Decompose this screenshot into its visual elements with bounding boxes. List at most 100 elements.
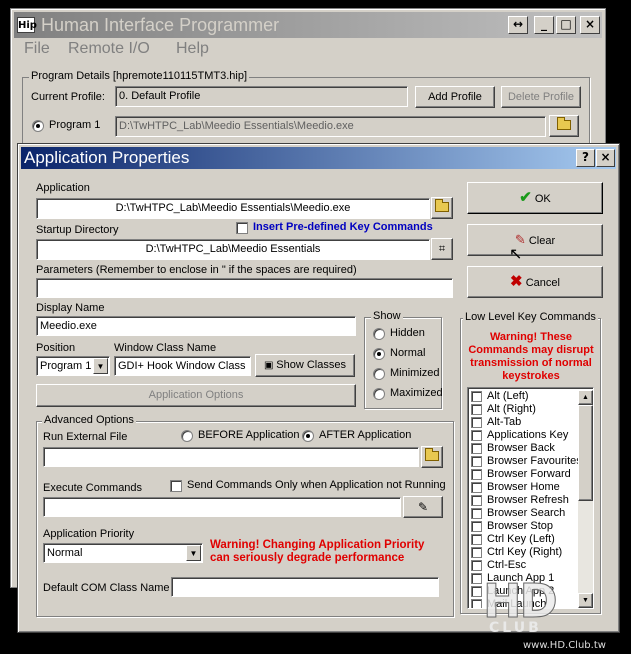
application-options-button[interactable]: Application Options bbox=[36, 384, 356, 407]
list-item-checkbox[interactable] bbox=[471, 430, 482, 441]
run-external-field[interactable] bbox=[43, 447, 419, 467]
insert-predefined-label: Insert Pre-defined Key Commands bbox=[253, 221, 433, 233]
add-profile-button[interactable]: Add Profile bbox=[415, 86, 495, 108]
show-classes-button[interactable]: ▣ Show Classes bbox=[255, 354, 355, 377]
run-external-browse-button[interactable] bbox=[421, 446, 443, 468]
send-only-checkbox[interactable] bbox=[170, 480, 182, 492]
list-item-label: Applications Key bbox=[487, 429, 569, 441]
chevron-down-icon[interactable]: ▼ bbox=[186, 545, 201, 561]
execute-commands-field[interactable] bbox=[43, 497, 401, 517]
menu-help[interactable]: Help bbox=[176, 40, 209, 58]
watermark-club: CLUB bbox=[489, 620, 542, 636]
parameters-field[interactable] bbox=[36, 278, 453, 298]
cancel-button[interactable]: ✖ Cancel bbox=[467, 266, 603, 298]
com-class-value bbox=[172, 578, 438, 596]
after-application-label: AFTER Application bbox=[319, 429, 412, 441]
priority-select[interactable]: Normal ▼ bbox=[43, 543, 203, 563]
show-normal-radio[interactable] bbox=[373, 348, 385, 360]
application-browse-button[interactable] bbox=[431, 197, 453, 219]
menu-remote-io[interactable]: Remote I/O bbox=[68, 40, 150, 58]
program1-browse-button[interactable] bbox=[549, 115, 579, 137]
com-class-label: Default COM Class Name bbox=[43, 582, 170, 594]
list-item-checkbox[interactable] bbox=[471, 456, 482, 467]
current-profile-value: 0. Default Profile bbox=[119, 90, 201, 102]
show-hidden-label: Hidden bbox=[390, 327, 425, 339]
list-item-label: Browser Refresh bbox=[487, 494, 569, 506]
clear-button[interactable]: ✎ Clear bbox=[467, 224, 603, 256]
window-icon: ▣ bbox=[264, 360, 277, 371]
ok-label: OK bbox=[534, 193, 551, 205]
list-item-label: Browser Stop bbox=[487, 520, 554, 532]
show-hidden-radio[interactable] bbox=[373, 328, 385, 340]
com-class-field[interactable] bbox=[171, 577, 439, 597]
send-only-label: Send Commands Only when Application not … bbox=[187, 479, 446, 491]
list-item-checkbox[interactable] bbox=[471, 495, 482, 506]
show-minimized-radio[interactable] bbox=[373, 368, 385, 380]
list-item-label: Ctrl-Esc bbox=[487, 559, 527, 571]
show-maximized-radio[interactable] bbox=[373, 388, 385, 400]
display-name-field[interactable]: Meedio.exe bbox=[36, 316, 356, 336]
list-item-checkbox[interactable] bbox=[471, 508, 482, 519]
scroll-thumb[interactable] bbox=[578, 405, 593, 501]
priority-value: Normal bbox=[47, 547, 83, 559]
menu-file[interactable]: File bbox=[24, 40, 50, 58]
list-item-checkbox[interactable] bbox=[471, 573, 482, 584]
after-application-radio[interactable] bbox=[302, 430, 314, 442]
resize-icon[interactable]: ↔ bbox=[508, 16, 528, 34]
predefined-commands-button[interactable]: ⌗ bbox=[431, 238, 453, 260]
priority-warning: Warning! Changing Application Priority c… bbox=[210, 539, 425, 564]
current-profile-field[interactable]: 0. Default Profile bbox=[115, 86, 408, 107]
chevron-down-icon[interactable]: ▼ bbox=[93, 358, 108, 374]
list-item-checkbox[interactable] bbox=[471, 599, 482, 608]
ok-button[interactable]: ✔ OK bbox=[467, 182, 603, 214]
list-item-checkbox[interactable] bbox=[471, 547, 482, 558]
execute-commands-edit-button[interactable]: ✎ bbox=[403, 496, 443, 518]
startup-dir-field[interactable]: D:\TwHTPC_Lab\Meedio Essentials bbox=[36, 239, 430, 260]
program1-radio[interactable] bbox=[32, 120, 44, 132]
execute-commands-label: Execute Commands bbox=[43, 482, 143, 494]
list-item-checkbox[interactable] bbox=[471, 417, 482, 428]
advanced-options-label: Advanced Options bbox=[42, 414, 136, 426]
window-class-field[interactable]: GDI+ Hook Window Class bbox=[114, 356, 251, 376]
list-item-label: Browser Home bbox=[487, 481, 560, 493]
dialog-titlebar[interactable]: Application Properties ? × bbox=[21, 147, 616, 169]
dialog-close-button[interactable]: × bbox=[596, 149, 615, 167]
list-item-checkbox[interactable] bbox=[471, 521, 482, 532]
delete-profile-button[interactable]: Delete Profile bbox=[501, 86, 581, 108]
list-item-checkbox[interactable] bbox=[471, 482, 482, 493]
scroll-up-icon[interactable]: ▲ bbox=[578, 390, 593, 405]
list-item-checkbox[interactable] bbox=[471, 586, 482, 597]
menu-bar: File Remote I/O Help bbox=[14, 40, 602, 60]
main-titlebar[interactable]: Hip Human Interface Programmer ↔ _ □ × bbox=[14, 12, 602, 38]
window-class-label: Window Class Name bbox=[114, 342, 217, 354]
help-button[interactable]: ? bbox=[576, 149, 595, 167]
startup-dir-label: Startup Directory bbox=[36, 224, 119, 236]
list-item-checkbox[interactable] bbox=[471, 404, 482, 415]
clear-label: Clear bbox=[528, 235, 556, 247]
display-name-value: Meedio.exe bbox=[40, 320, 97, 332]
program1-path-field[interactable]: D:\TwHTPC_Lab\Meedio Essentials\Meedio.e… bbox=[115, 116, 546, 137]
close-button[interactable]: × bbox=[580, 16, 600, 34]
before-application-radio[interactable] bbox=[181, 430, 193, 442]
hdclub-watermark: HD CLUB www.HD.Club.tw bbox=[483, 574, 631, 654]
list-item-label: Ctrl Key (Right) bbox=[487, 546, 563, 558]
show-classes-label: Show Classes bbox=[276, 359, 346, 371]
list-item-checkbox[interactable] bbox=[471, 443, 482, 454]
list-item-checkbox[interactable] bbox=[471, 391, 482, 402]
maximize-button[interactable]: □ bbox=[556, 16, 576, 34]
program1-path: D:\TwHTPC_Lab\Meedio Essentials\Meedio.e… bbox=[119, 120, 354, 132]
minimize-button[interactable]: _ bbox=[534, 16, 554, 34]
pencil-icon: ✎ bbox=[417, 500, 429, 514]
insert-predefined-checkbox[interactable] bbox=[236, 222, 248, 234]
show-normal-label: Normal bbox=[390, 347, 426, 359]
application-field[interactable]: D:\TwHTPC_Lab\Meedio Essentials\Meedio.e… bbox=[36, 198, 430, 219]
mouse-pointer-icon: ↖ bbox=[509, 246, 523, 263]
list-item-checkbox[interactable] bbox=[471, 534, 482, 545]
dialog-title: Application Properties bbox=[24, 148, 190, 167]
position-select[interactable]: Program 1 ▼ bbox=[36, 356, 110, 376]
list-item-checkbox[interactable] bbox=[471, 469, 482, 480]
list-item-checkbox[interactable] bbox=[471, 560, 482, 571]
application-value: D:\TwHTPC_Lab\Meedio Essentials\Meedio.e… bbox=[115, 202, 351, 214]
window-class-value: GDI+ Hook Window Class bbox=[118, 360, 246, 372]
list-item-label: Browser Forward bbox=[487, 468, 571, 480]
